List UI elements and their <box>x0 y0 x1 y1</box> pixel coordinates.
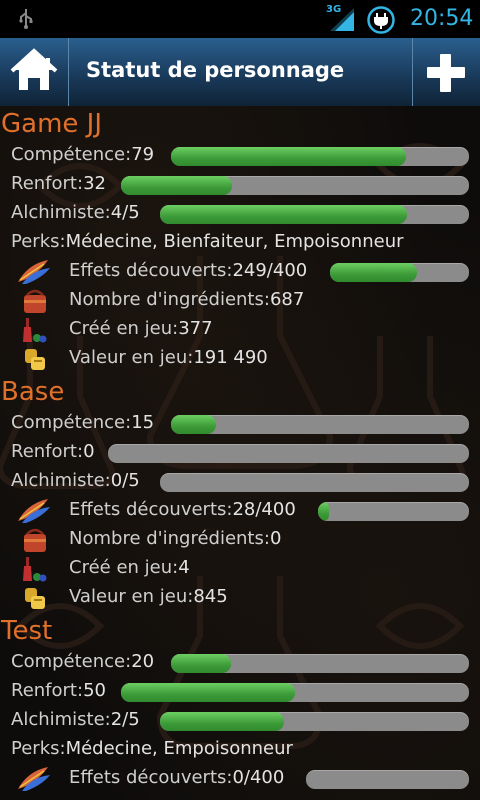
valeur-value: 191 490 <box>193 347 268 368</box>
renfort-value: 0 <box>83 441 95 462</box>
renfort-row: Renfort:50 <box>0 678 480 707</box>
renfort-label: Renfort: <box>11 680 84 701</box>
ingredients-row: Nombre d'ingrédients:687 <box>0 287 480 316</box>
valeur-label: Valeur en jeu: <box>69 347 194 368</box>
home-button[interactable] <box>0 38 68 106</box>
renfort-row: Renfort:32 <box>0 171 480 200</box>
cree-label: Créé en jeu: <box>69 318 179 339</box>
effets-value: 0/400 <box>232 767 285 788</box>
feathers-icon <box>18 767 50 791</box>
character-card[interactable]: Game JJ Compétence:79 Renfort:32 Alchimi… <box>0 106 480 374</box>
clock: 20:54 <box>410 6 474 31</box>
divider <box>68 38 69 106</box>
feathers-icon <box>18 499 50 523</box>
action-bar: Statut de personnage <box>0 38 480 108</box>
add-character-button[interactable] <box>413 38 480 106</box>
character-list[interactable]: Game JJ Compétence:79 Renfort:32 Alchimi… <box>0 106 480 800</box>
renfort-value: 50 <box>83 680 106 701</box>
feathers-icon <box>18 260 50 284</box>
ingredients-label: Nombre d'ingrédients: <box>69 528 270 549</box>
perks-label: Perks: <box>11 738 66 759</box>
home-icon <box>10 48 58 90</box>
alchimiste-row: Alchimiste:0/5 <box>0 468 480 497</box>
competence-progress-bar <box>171 415 469 434</box>
signal-icon: 3G <box>326 4 356 32</box>
effets-label: Effets découverts: <box>69 767 233 788</box>
effets-progress-bar <box>330 263 469 282</box>
alchimiste-progress-bar <box>160 205 469 224</box>
cree-value: 377 <box>178 318 213 339</box>
competence-label: Compétence: <box>11 144 132 165</box>
perks-row: Perks:Médecine, Empoisonneur <box>0 736 480 765</box>
competence-label: Compétence: <box>11 412 132 433</box>
gold-coins-icon <box>25 588 45 609</box>
renfort-label: Renfort: <box>11 441 84 462</box>
effets-label: Effets découverts: <box>69 499 233 520</box>
effets-progress-bar <box>306 770 469 789</box>
valeur-row: Valeur en jeu:191 490 <box>0 345 480 374</box>
effets-row: Effets découverts:0/400 <box>0 765 480 794</box>
effets-value: 249/400 <box>232 260 308 281</box>
competence-label: Compétence: <box>11 651 132 672</box>
potion-bottles-icon <box>23 318 47 343</box>
valeur-row: Valeur en jeu:845 <box>0 584 480 613</box>
effets-row: Effets découverts:28/400 <box>0 497 480 526</box>
valeur-label: Valeur en jeu: <box>69 586 194 607</box>
ingredients-label: Nombre d'ingrédients: <box>69 289 270 310</box>
competence-progress-bar <box>171 654 469 673</box>
cree-label: Créé en jeu: <box>69 557 179 578</box>
alchimiste-label: Alchimiste: <box>11 709 111 730</box>
character-card[interactable]: Test Compétence:20 Renfort:50 Alchimiste… <box>0 613 480 794</box>
perks-value: Médecine, Bienfaiteur, Empoisonneur <box>65 231 404 252</box>
page-title: Statut de personnage <box>86 58 345 82</box>
alchimiste-progress-bar <box>160 712 469 731</box>
competence-progress-bar <box>171 147 469 166</box>
alchimiste-row: Alchimiste:2/5 <box>0 707 480 736</box>
effets-progress-bar <box>318 502 469 521</box>
renfort-progress-bar <box>108 444 469 463</box>
cree-row: Créé en jeu:377 <box>0 316 480 345</box>
character-name: Game JJ <box>1 109 103 139</box>
ingredients-value: 0 <box>269 528 282 549</box>
character-card[interactable]: Base Compétence:15 Renfort:0 Alchimiste:… <box>0 374 480 613</box>
battery-charging-icon <box>367 6 395 34</box>
alchimiste-row: Alchimiste:4/5 <box>0 200 480 229</box>
competence-row: Compétence:15 <box>0 410 480 439</box>
ingredients-row: Nombre d'ingrédients:0 <box>0 526 480 555</box>
alchimiste-value: 2/5 <box>110 709 140 730</box>
gold-coins-icon <box>25 349 45 370</box>
alchimiste-value: 4/5 <box>110 202 140 223</box>
renfort-progress-bar <box>121 683 469 702</box>
cree-row: Créé en jeu:4 <box>0 555 480 584</box>
effets-label: Effets découverts: <box>69 260 233 281</box>
character-name: Test <box>1 616 53 646</box>
alchimiste-label: Alchimiste: <box>11 202 111 223</box>
status-bar: 3G 20:54 <box>0 0 480 38</box>
perks-value: Médecine, Empoisonneur <box>65 738 293 759</box>
alchimiste-label: Alchimiste: <box>11 470 111 491</box>
competence-value: 15 <box>131 412 155 433</box>
renfort-row: Renfort:0 <box>0 439 480 468</box>
competence-value: 20 <box>131 651 155 672</box>
perks-label: Perks: <box>11 231 66 252</box>
usb-icon <box>19 9 33 29</box>
renfort-progress-bar <box>121 176 469 195</box>
valeur-value: 845 <box>193 586 228 607</box>
character-name: Base <box>1 377 65 407</box>
competence-value: 79 <box>131 144 155 165</box>
effets-row: Effets découverts:249/400 <box>0 258 480 287</box>
effets-value: 28/400 <box>232 499 296 520</box>
satchel-icon <box>24 289 46 313</box>
ingredients-value: 687 <box>269 289 305 310</box>
alchimiste-value: 0/5 <box>110 470 140 491</box>
competence-row: Compétence:20 <box>0 649 480 678</box>
renfort-value: 32 <box>83 173 106 194</box>
potion-bottles-icon <box>23 557 47 582</box>
alchimiste-progress-bar <box>160 473 469 492</box>
renfort-label: Renfort: <box>11 173 84 194</box>
satchel-icon <box>24 528 46 552</box>
cree-value: 4 <box>178 557 190 578</box>
competence-row: Compétence:79 <box>0 142 480 171</box>
perks-row: Perks:Médecine, Bienfaiteur, Empoisonneu… <box>0 229 480 258</box>
